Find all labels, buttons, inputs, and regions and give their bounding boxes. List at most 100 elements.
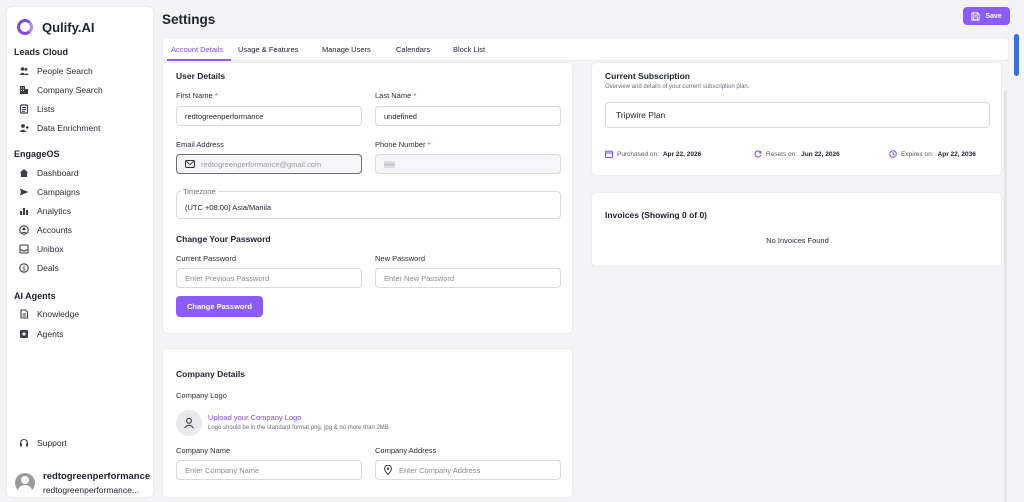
app-logo[interactable]: Qulify.AI: [17, 19, 94, 35]
company-name-field[interactable]: Enter Company Name: [176, 460, 362, 480]
sidebar-item-company-search[interactable]: Company Search: [19, 85, 103, 95]
tab-calendars[interactable]: Calendars: [396, 45, 430, 54]
sidebar-item-analytics[interactable]: Analytics: [19, 206, 71, 216]
sidebar-item-lists[interactable]: Lists: [19, 104, 54, 114]
refresh-icon: [754, 150, 762, 158]
sidebar-item-accounts[interactable]: Accounts: [19, 225, 72, 235]
section-engageos: EngageOS: [14, 149, 60, 159]
sidebar-item-label: Data Enrichment: [37, 123, 101, 133]
sidebar-item-label: Unibox: [37, 244, 64, 254]
sidebar-item-label: Agents: [37, 329, 64, 339]
subscription-title: Current Subscription: [605, 71, 691, 81]
subscription-card: Current Subscription Overview and detail…: [591, 62, 1002, 176]
sidebar-item-label: People Search: [37, 66, 93, 76]
company-address-label: Company Address: [375, 446, 437, 455]
company-logo-label: Company Logo: [176, 391, 227, 400]
sidebar-item-dashboard[interactable]: Dashboard: [19, 168, 79, 178]
settings-tabs: Account Details Usage & Features Manage …: [162, 37, 1009, 61]
calendar-icon: [605, 150, 613, 158]
address-placeholder: Enter Company Address: [399, 465, 481, 475]
last-name-field[interactable]: undefined: [375, 106, 561, 126]
account-circle-icon: [19, 225, 29, 235]
sidebar-item-support[interactable]: Support: [19, 438, 67, 448]
list-icon: [19, 104, 29, 114]
location-pin-icon: [384, 465, 392, 475]
first-name-field[interactable]: redtogreenperformance: [176, 106, 362, 126]
sidebar-item-knowledge[interactable]: Knowledge: [19, 309, 79, 319]
company-details-card: Company Details Company Logo Upload your…: [162, 348, 573, 498]
sidebar-item-label: Analytics: [37, 206, 72, 216]
timezone-label: Timezone: [181, 187, 218, 196]
sidebar-item-label: Support: [37, 438, 67, 448]
save-button[interactable]: Save: [963, 7, 1010, 25]
change-password-button[interactable]: Change Password: [176, 296, 263, 317]
svg-text:$: $: [22, 265, 26, 272]
tab-account-details[interactable]: Account Details: [171, 45, 223, 54]
phone-label: Phone Number *: [375, 140, 431, 149]
flag-icon: [384, 160, 395, 168]
new-password-label: New Password: [375, 254, 426, 263]
timezone-value: (UTC +08:00) Asia/Manila: [185, 203, 272, 212]
save-label: Save: [985, 12, 1002, 20]
subscription-subtitle: Overview and details of your current sub…: [605, 84, 750, 90]
people-icon: [19, 66, 29, 76]
sidebar-item-label: Deals: [37, 263, 59, 273]
home-icon: [19, 168, 29, 178]
invoices-title: Invoices (Showing 0 of 0): [605, 210, 708, 220]
sidebar-item-deals[interactable]: $ Deals: [19, 263, 59, 273]
company-name-label: Company Name: [176, 446, 231, 455]
expires-on: Expires on: Apr 22, 2036: [889, 150, 976, 158]
page-title: Settings: [162, 12, 216, 27]
inbox-icon: [19, 244, 29, 254]
upload-logo-link[interactable]: Upload your Company Logo: [208, 413, 301, 422]
user-details-title: User Details: [176, 71, 226, 81]
app-name: Qulify.AI: [42, 19, 95, 35]
last-name-label: Last Name *: [375, 91, 417, 100]
email-field[interactable]: redtogreenperformance@gmail.com: [176, 154, 362, 174]
user-profile[interactable]: redtogreenperformance redtogreenperforma…: [15, 471, 151, 495]
invoices-empty-message: No Invoices Found: [766, 236, 829, 245]
user-details-card: User Details First Name * redtogreenperf…: [162, 62, 573, 334]
sidebar-item-unibox[interactable]: Unibox: [19, 244, 63, 254]
bar-chart-icon: [19, 206, 29, 216]
sidebar-item-label: Accounts: [37, 225, 72, 235]
mail-icon: [185, 160, 195, 168]
sidebar-item-agents[interactable]: Agents: [19, 329, 63, 339]
save-icon: [971, 11, 980, 21]
phone-field[interactable]: [375, 154, 561, 174]
current-password-field[interactable]: Enter Previous Password: [176, 268, 362, 288]
invoices-card: Invoices (Showing 0 of 0) No Invoices Fo…: [591, 192, 1002, 267]
email-label: Email Address: [176, 140, 224, 149]
sidebar-item-data-enrichment[interactable]: Data Enrichment: [19, 123, 100, 133]
new-password-field[interactable]: Enter New Password: [375, 268, 561, 288]
agent-icon: [19, 329, 29, 339]
sidebar: Qulify.AI Leads Cloud People Search Comp…: [6, 6, 154, 498]
dollar-icon: $: [19, 263, 29, 273]
company-logo-placeholder[interactable]: [176, 410, 202, 436]
user-email: redtogreenperformance...: [43, 485, 139, 495]
send-icon: [19, 187, 29, 197]
tab-manage-users[interactable]: Manage Users: [322, 45, 371, 54]
document-icon: [19, 309, 29, 319]
email-value: redtogreenperformance@gmail.com: [201, 159, 322, 169]
tab-usage-features[interactable]: Usage & Features: [238, 45, 298, 54]
first-name-label: First Name *: [176, 91, 218, 100]
scrollbar-thumb[interactable]: [1014, 34, 1019, 76]
company-address-field[interactable]: Enter Company Address: [375, 460, 561, 480]
plan-name: Tripwire Plan: [605, 102, 990, 128]
avatar: [15, 473, 35, 493]
content-scrollbar[interactable]: [1004, 90, 1007, 502]
sidebar-item-label: Campaigns: [37, 187, 80, 197]
sidebar-item-label: Dashboard: [37, 168, 79, 178]
sidebar-item-people-search[interactable]: People Search: [19, 66, 93, 76]
tab-block-list[interactable]: Block List: [453, 45, 485, 54]
sidebar-item-label: Lists: [37, 104, 55, 114]
headset-icon: [19, 438, 29, 448]
timezone-select[interactable]: (UTC +08:00) Asia/Manila: [176, 191, 561, 219]
change-password-title: Change Your Password: [176, 234, 271, 244]
clock-icon: [889, 150, 897, 158]
sidebar-item-campaigns[interactable]: Campaigns: [19, 187, 80, 197]
sidebar-item-label: Knowledge: [37, 309, 80, 319]
section-leads-cloud: Leads Cloud: [14, 47, 69, 57]
current-password-label: Current Password: [176, 254, 237, 263]
